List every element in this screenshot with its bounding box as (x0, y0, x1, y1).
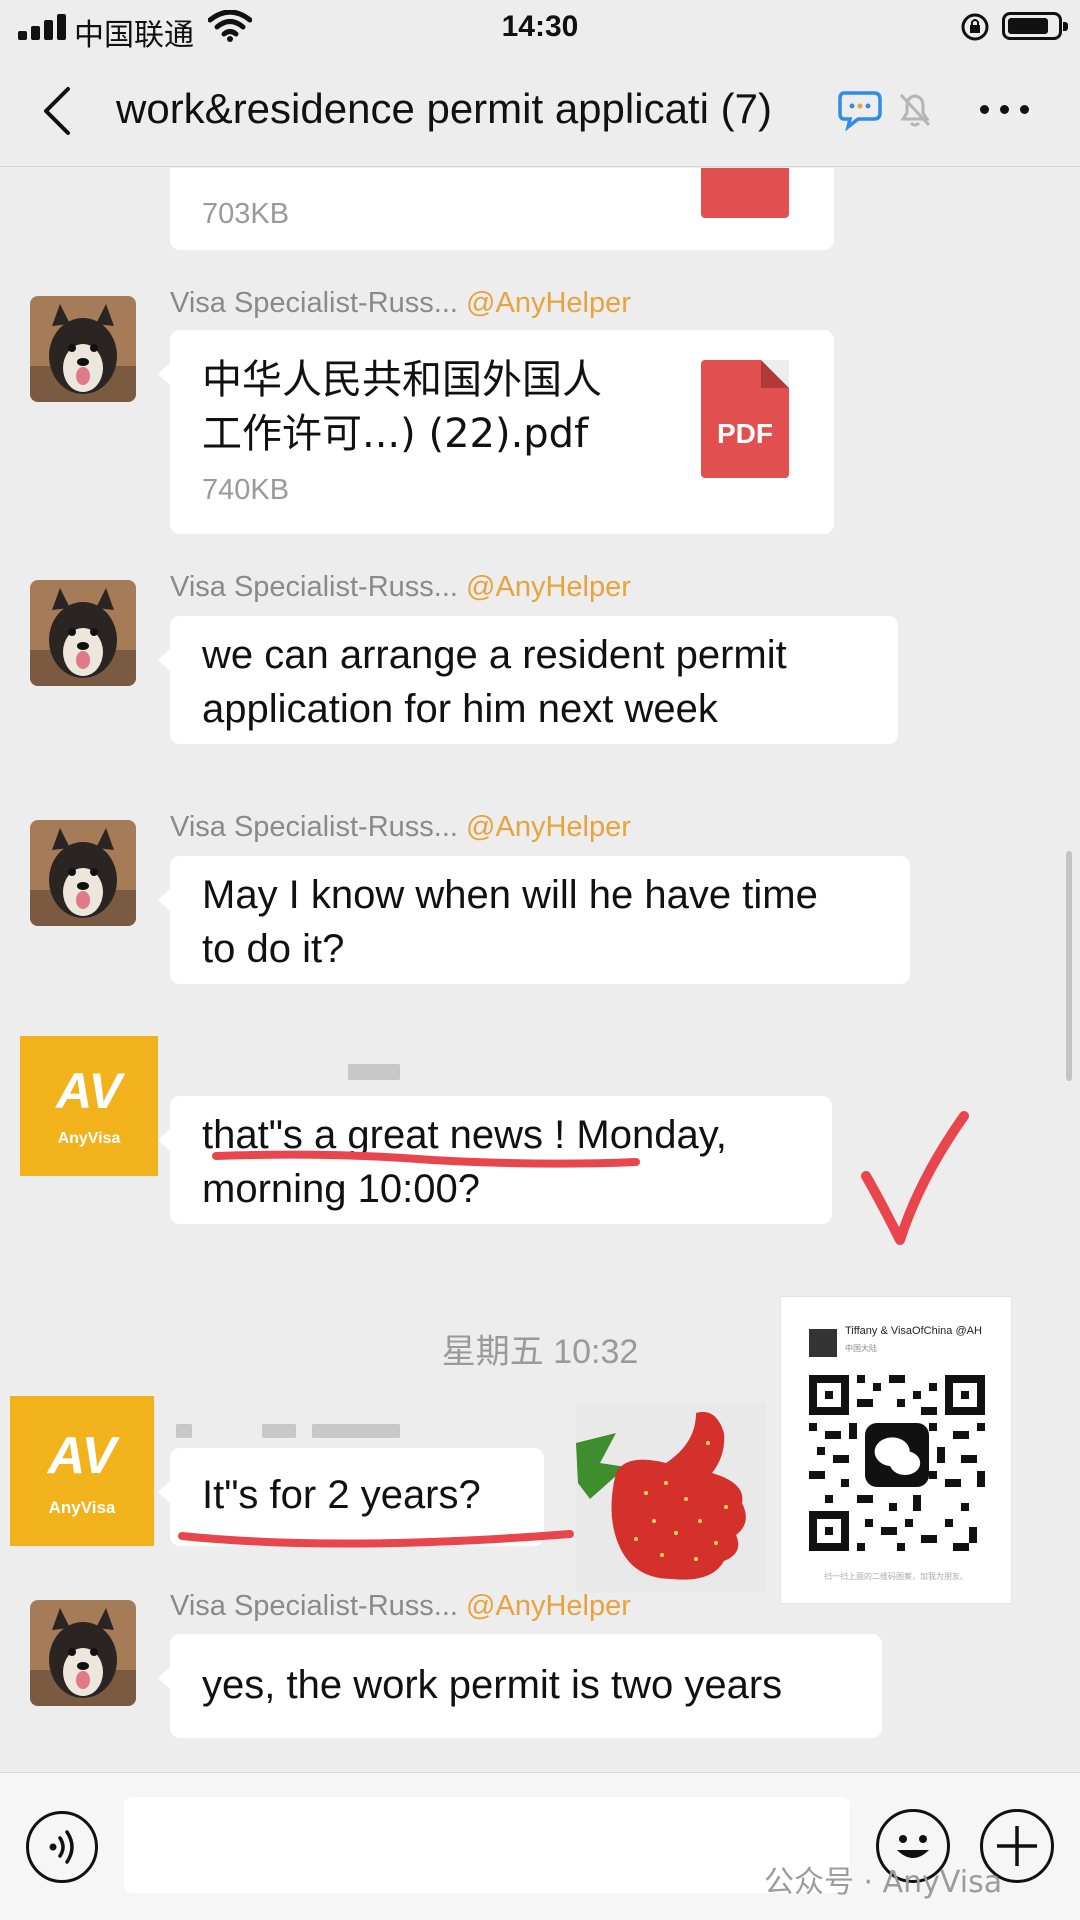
file-message[interactable]: 703KB (170, 168, 834, 250)
file-type-label: PDF (717, 418, 773, 449)
qr-footer-text: 扫一扫上面的二维码图案，加我为朋友。 (824, 1572, 968, 1581)
status-bar: 中国联通 14:30 (0, 0, 1080, 55)
strawberry-thumbs-up-image (576, 1403, 766, 1593)
message-input[interactable] (124, 1797, 850, 1893)
avatar[interactable] (30, 1600, 136, 1706)
anyvisa-logo: AV (56, 1063, 122, 1119)
more-options-button[interactable] (980, 103, 1032, 117)
input-bar: 公众号 · AnyVisa (0, 1772, 1080, 1920)
rotation-lock-icon (961, 13, 989, 41)
dog-avatar-image (30, 580, 136, 686)
file-size: 740KB (202, 474, 290, 506)
message-line: yes, the work permit is two years (202, 1663, 783, 1707)
redacted-sender-name (176, 1424, 192, 1438)
avatar[interactable] (30, 820, 136, 926)
mention[interactable]: @AnyHelper (466, 287, 631, 319)
sender-name: Visa Specialist-Russ... @AnyHelper (170, 571, 631, 603)
anyvisa-logo-name: AnyVisa (48, 1498, 116, 1517)
sender-name: Visa Specialist-Russ... @AnyHelper (170, 1590, 631, 1622)
redacted-sender-name (312, 1424, 400, 1438)
battery-icon (1002, 12, 1068, 40)
avatar[interactable]: AV AnyVisa (10, 1396, 154, 1546)
qr-owner-region: 中国大陆 (845, 1344, 877, 1353)
dog-avatar-image (30, 296, 136, 402)
qr-owner-name: Tiffany & VisaOfChina @AH (845, 1325, 982, 1337)
mute-bell-icon (899, 93, 931, 127)
message-list[interactable]: 703KB Visa Specialist-Russ... @AnyHelper… (0, 168, 1080, 1770)
text-message[interactable]: May I know when will he have time to do … (158, 856, 910, 984)
voice-input-button[interactable] (26, 1811, 98, 1883)
file-size: 703KB (202, 198, 290, 230)
file-name-line1: 中华人民共和国外国人 (202, 357, 602, 403)
dog-avatar-image (30, 1600, 136, 1706)
message-line: application for him next week (202, 687, 718, 731)
text-message[interactable]: we can arrange a resident permit applica… (158, 616, 898, 744)
message-line: we can arrange a resident permit (202, 633, 787, 677)
sender-name: Visa Specialist-Russ... @AnyHelper (170, 287, 631, 319)
chat-header: work&residence permit applicati (7) (0, 55, 1080, 167)
anyvisa-logo-name: AnyVisa (57, 1130, 121, 1147)
redacted-sender-name (348, 1064, 400, 1080)
voice-icon (49, 1830, 74, 1864)
sender-name: Visa Specialist-Russ... @AnyHelper (170, 811, 631, 843)
scrollbar[interactable] (1066, 851, 1072, 1081)
message-line: to do it? (202, 927, 345, 971)
dog-avatar-image (30, 820, 136, 926)
qr-avatar (809, 1329, 837, 1357)
anyvisa-logo: AV (47, 1427, 117, 1485)
avatar[interactable] (30, 296, 136, 402)
back-button[interactable] (38, 85, 78, 137)
strawberry-sticker-image[interactable] (576, 1403, 766, 1593)
message-line: May I know when will he have time (202, 873, 818, 917)
message-line: It"s for 2 years? (202, 1473, 481, 1517)
pdf-file-icon (701, 168, 789, 218)
qr-code (809, 1375, 985, 1551)
redacted-sender-name (262, 1424, 296, 1438)
red-underline-annotation (212, 1150, 640, 1168)
watermark: 公众号 · AnyVisa (764, 1865, 1003, 1900)
chat-title[interactable]: work&residence permit applicati (7) (116, 85, 772, 133)
avatar[interactable]: AV AnyVisa (20, 1036, 158, 1176)
pdf-file-icon: PDF (701, 360, 789, 478)
chat-title-text: work&residence permit applicati (116, 85, 709, 132)
chat-bubble-icon (838, 91, 882, 131)
pdf-file-message[interactable]: 中华人民共和国外国人 工作许可...) (22).pdf 740KB PDF (158, 330, 834, 534)
member-count: (7) (720, 85, 772, 132)
avatar[interactable] (30, 580, 136, 686)
mention[interactable]: @AnyHelper (466, 1590, 631, 1622)
text-message[interactable]: yes, the work permit is two years (158, 1634, 882, 1738)
qr-code-image[interactable]: Tiffany & VisaOfChina @AH 中国大陆 扫一扫上面的二维码… (780, 1296, 1012, 1604)
mention[interactable]: @AnyHelper (466, 811, 631, 843)
clock: 14:30 (501, 10, 579, 43)
mention[interactable]: @AnyHelper (466, 571, 631, 603)
file-name-line2: 工作许可...) (22).pdf (202, 411, 589, 457)
red-checkmark-annotation (861, 1111, 969, 1245)
red-underline-annotation (178, 1530, 574, 1548)
